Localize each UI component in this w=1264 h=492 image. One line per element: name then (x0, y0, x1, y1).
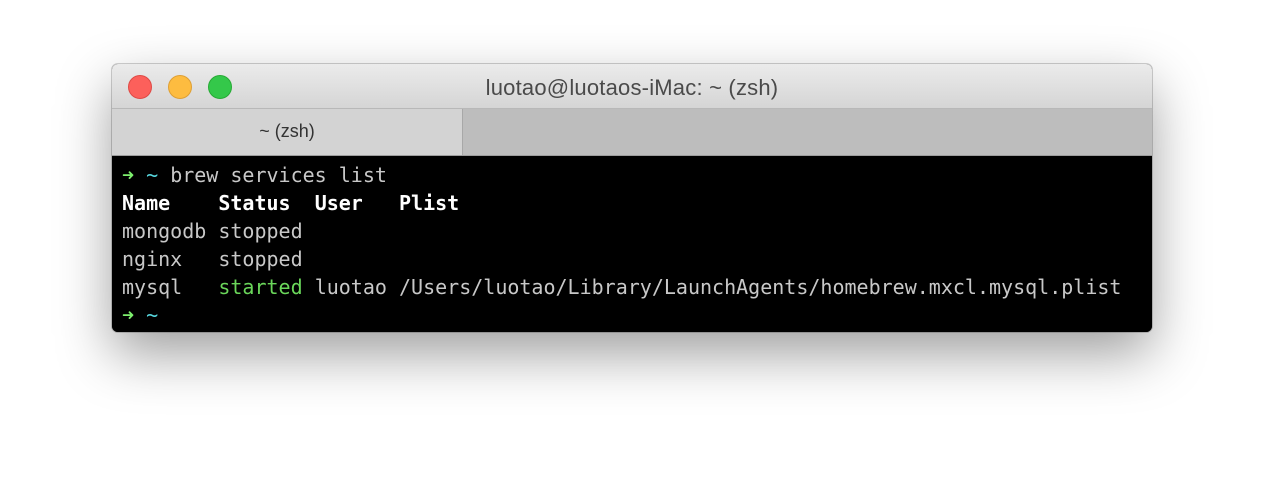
table-row: mysql started luotao /Users/luotao/Libra… (122, 273, 1152, 301)
row-status: stopped (218, 219, 303, 243)
row-name: nginx (122, 247, 183, 271)
table-header: Name Status User Plist (122, 189, 1152, 217)
tab-zsh[interactable]: ~ (zsh) (112, 109, 463, 155)
table-row: mongodb stopped (122, 217, 1152, 245)
prompt-directory: ~ (146, 163, 159, 187)
terminal-output[interactable]: ➜ ~ brew services list Name Status User … (112, 156, 1152, 332)
row-status: started (218, 275, 303, 299)
header-name: Name (122, 191, 171, 215)
row-plist: /Users/luotao/Library/LaunchAgents/homeb… (398, 275, 1122, 299)
title-bar[interactable]: luotao@luotaos-iMac: ~ (zsh) (112, 64, 1152, 109)
prompt-arrow-icon: ➜ (122, 163, 135, 187)
window-title: luotao@luotaos-iMac: ~ (zsh) (485, 75, 779, 100)
command-line: ➜ ~ brew services list (122, 161, 1152, 189)
tab-bar: ~ (zsh) (112, 109, 1152, 156)
prompt-directory: ~ (146, 303, 159, 327)
header-user: User (314, 191, 363, 215)
row-user: luotao (314, 275, 387, 299)
terminal-window: luotao@luotaos-iMac: ~ (zsh) ~ (zsh) ➜ ~… (112, 64, 1152, 332)
row-name: mysql (122, 275, 183, 299)
header-status: Status (218, 191, 291, 215)
prompt-line: ➜ ~ (122, 301, 1152, 329)
row-status: stopped (218, 247, 303, 271)
row-name: mongodb (122, 219, 207, 243)
header-plist: Plist (398, 191, 460, 215)
table-row: nginx stopped (122, 245, 1152, 273)
tab-label: ~ (zsh) (259, 121, 315, 141)
command-text: brew services list (170, 163, 387, 187)
prompt-arrow-icon: ➜ (122, 303, 135, 327)
